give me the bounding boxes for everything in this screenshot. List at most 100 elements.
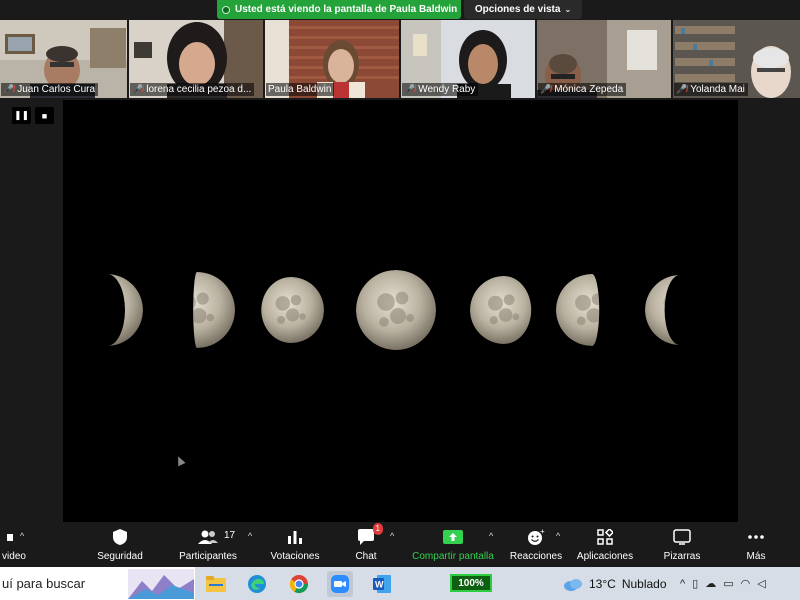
- taskbar-word[interactable]: W: [369, 571, 395, 597]
- moon-phases-image: [63, 100, 738, 522]
- mic-muted-icon: 🎤̸: [3, 84, 15, 94]
- stop-share-button[interactable]: ■: [35, 107, 54, 124]
- folder-icon: [206, 576, 226, 592]
- shield-icon: [112, 526, 128, 548]
- share-status-text: Usted está viendo la pantalla de Paula B…: [235, 4, 458, 15]
- chrome-browser-icon: [289, 575, 308, 594]
- moon-crater: [290, 294, 302, 306]
- weather-condition: Nublado: [621, 576, 667, 591]
- reactions-button[interactable]: + Reacciones: [509, 526, 563, 566]
- security-button[interactable]: Seguridad: [94, 526, 146, 566]
- reactions-options-caret-icon[interactable]: ^: [556, 531, 560, 541]
- reactions-label: Reacciones: [509, 551, 563, 562]
- moon-crater: [512, 313, 520, 321]
- participant-tile-active-speaker[interactable]: Paula Baldwin: [265, 20, 399, 98]
- chat-options-caret-icon[interactable]: ^: [390, 531, 394, 541]
- taskbar-file-explorer[interactable]: [203, 571, 229, 597]
- participant-name-label: 🎤̸ lorena cecilia pezoa d...: [130, 83, 255, 96]
- whiteboards-label: Pizarras: [663, 551, 701, 562]
- system-tray: ^ ▯ ☁ ▭ ◠ ◁: [680, 567, 766, 600]
- view-options-button[interactable]: Opciones de vista ⌄: [464, 0, 582, 19]
- svg-text:W: W: [375, 580, 384, 590]
- moon-crater: [586, 308, 600, 323]
- moon-crater: [503, 294, 515, 306]
- moon-crater: [395, 291, 409, 305]
- participant-name: Mónica Zepeda: [554, 84, 624, 95]
- taskbar-search-box[interactable]: uí para buscar: [0, 567, 195, 600]
- more-label: Más: [746, 551, 766, 562]
- video-camera-icon: [7, 526, 21, 548]
- zoom-meeting-window: Usted está viendo la pantalla de Paula B…: [0, 0, 800, 600]
- svg-text:+: +: [540, 528, 545, 536]
- participant-name-label: Paula Baldwin: [266, 83, 335, 96]
- moon-crater: [286, 308, 300, 322]
- device-icon[interactable]: ▯: [692, 577, 698, 590]
- share-screen-button[interactable]: Compartir pantalla: [408, 526, 498, 566]
- moon-crater: [196, 292, 209, 305]
- chat-unread-badge: 1: [372, 523, 383, 535]
- video-button[interactable]: video: [0, 526, 34, 566]
- chat-bubble-icon: 1: [357, 523, 383, 548]
- polls-button[interactable]: Votaciones: [268, 526, 322, 566]
- taskbar-chrome[interactable]: [286, 571, 312, 597]
- share-screen-icon: [443, 526, 463, 548]
- mic-muted-icon: 🎤̸: [540, 84, 552, 94]
- wifi-icon[interactable]: ◠: [741, 577, 751, 590]
- taskbar-zoom[interactable]: [327, 571, 353, 597]
- participant-tile[interactable]: 🎤̸ Wendy Raby: [401, 20, 535, 98]
- more-dots-icon: [747, 526, 765, 548]
- battery-icon[interactable]: ▭: [723, 577, 733, 590]
- share-status-icon: [222, 5, 230, 14]
- chevron-down-icon: ⌄: [564, 5, 572, 14]
- participant-name-label: 🎤̸ Wendy Raby: [402, 83, 479, 96]
- video-options-caret-icon[interactable]: ^: [20, 531, 24, 541]
- participants-options-caret-icon[interactable]: ^: [248, 531, 252, 541]
- more-button[interactable]: Más: [740, 526, 772, 566]
- whiteboard-icon: [673, 526, 691, 548]
- share-banner: Usted está viendo la pantalla de Paula B…: [0, 0, 800, 19]
- share-screen-label: Compartir pantalla: [412, 551, 494, 562]
- chevron-up-icon[interactable]: ^: [680, 578, 685, 590]
- moon-crater: [193, 308, 207, 324]
- moon-crater: [206, 313, 215, 322]
- taskbar-edge[interactable]: [244, 571, 270, 597]
- participant-tile[interactable]: 🎤̸ Mónica Zepeda: [537, 20, 671, 98]
- view-options-label: Opciones de vista: [474, 4, 561, 15]
- participant-tile[interactable]: 🎤̸ lorena cecilia pezoa d...: [129, 20, 263, 98]
- moon-crater: [488, 295, 503, 311]
- edge-browser-icon: [248, 575, 266, 593]
- share-options-caret-icon[interactable]: ^: [489, 531, 493, 541]
- security-label: Seguridad: [97, 551, 143, 562]
- moon-crater: [299, 313, 306, 320]
- moon-crater: [575, 294, 591, 311]
- zoom-app-icon: [331, 575, 349, 593]
- volume-icon[interactable]: ◁: [757, 577, 765, 590]
- shared-screen-content: [63, 100, 738, 522]
- taskbar-battery-app[interactable]: 100%: [450, 574, 492, 592]
- chat-button[interactable]: 1 Chat: [352, 523, 383, 566]
- search-placeholder: uí para buscar: [2, 576, 86, 591]
- moon-crater: [377, 293, 395, 311]
- moon-crater: [498, 308, 513, 322]
- cloud-icon: [564, 578, 582, 591]
- apps-button[interactable]: Aplicaciones: [575, 526, 635, 566]
- participant-name-label: 🎤̸ Mónica Zepeda: [538, 83, 627, 96]
- smiley-icon: +: [527, 526, 545, 548]
- moon-crater: [277, 315, 286, 324]
- participant-tile[interactable]: 🎤̸ Yolanda Mai: [673, 20, 800, 98]
- participant-tile[interactable]: 🎤̸ Juan Carlos Cura: [0, 20, 127, 98]
- word-app-icon: W: [373, 575, 391, 593]
- onedrive-cloud-icon[interactable]: ☁: [705, 577, 716, 590]
- whiteboards-button[interactable]: Pizarras: [660, 526, 704, 566]
- search-highlight-illustration-icon: [128, 569, 194, 599]
- taskbar-weather-widget[interactable]: 13°C Nublado: [563, 567, 667, 600]
- moon-crater: [379, 317, 389, 327]
- apps-label: Aplicaciones: [576, 551, 634, 562]
- moon-crater: [406, 314, 414, 322]
- pause-share-button[interactable]: ❚❚: [12, 107, 31, 124]
- pause-icon: ❚❚: [13, 110, 30, 120]
- participant-name-label: 🎤̸ Juan Carlos Cura: [1, 83, 99, 96]
- participant-name: Paula Baldwin: [268, 84, 332, 95]
- participants-button[interactable]: 17 Participantes: [176, 526, 240, 566]
- apps-grid-icon: [597, 526, 613, 548]
